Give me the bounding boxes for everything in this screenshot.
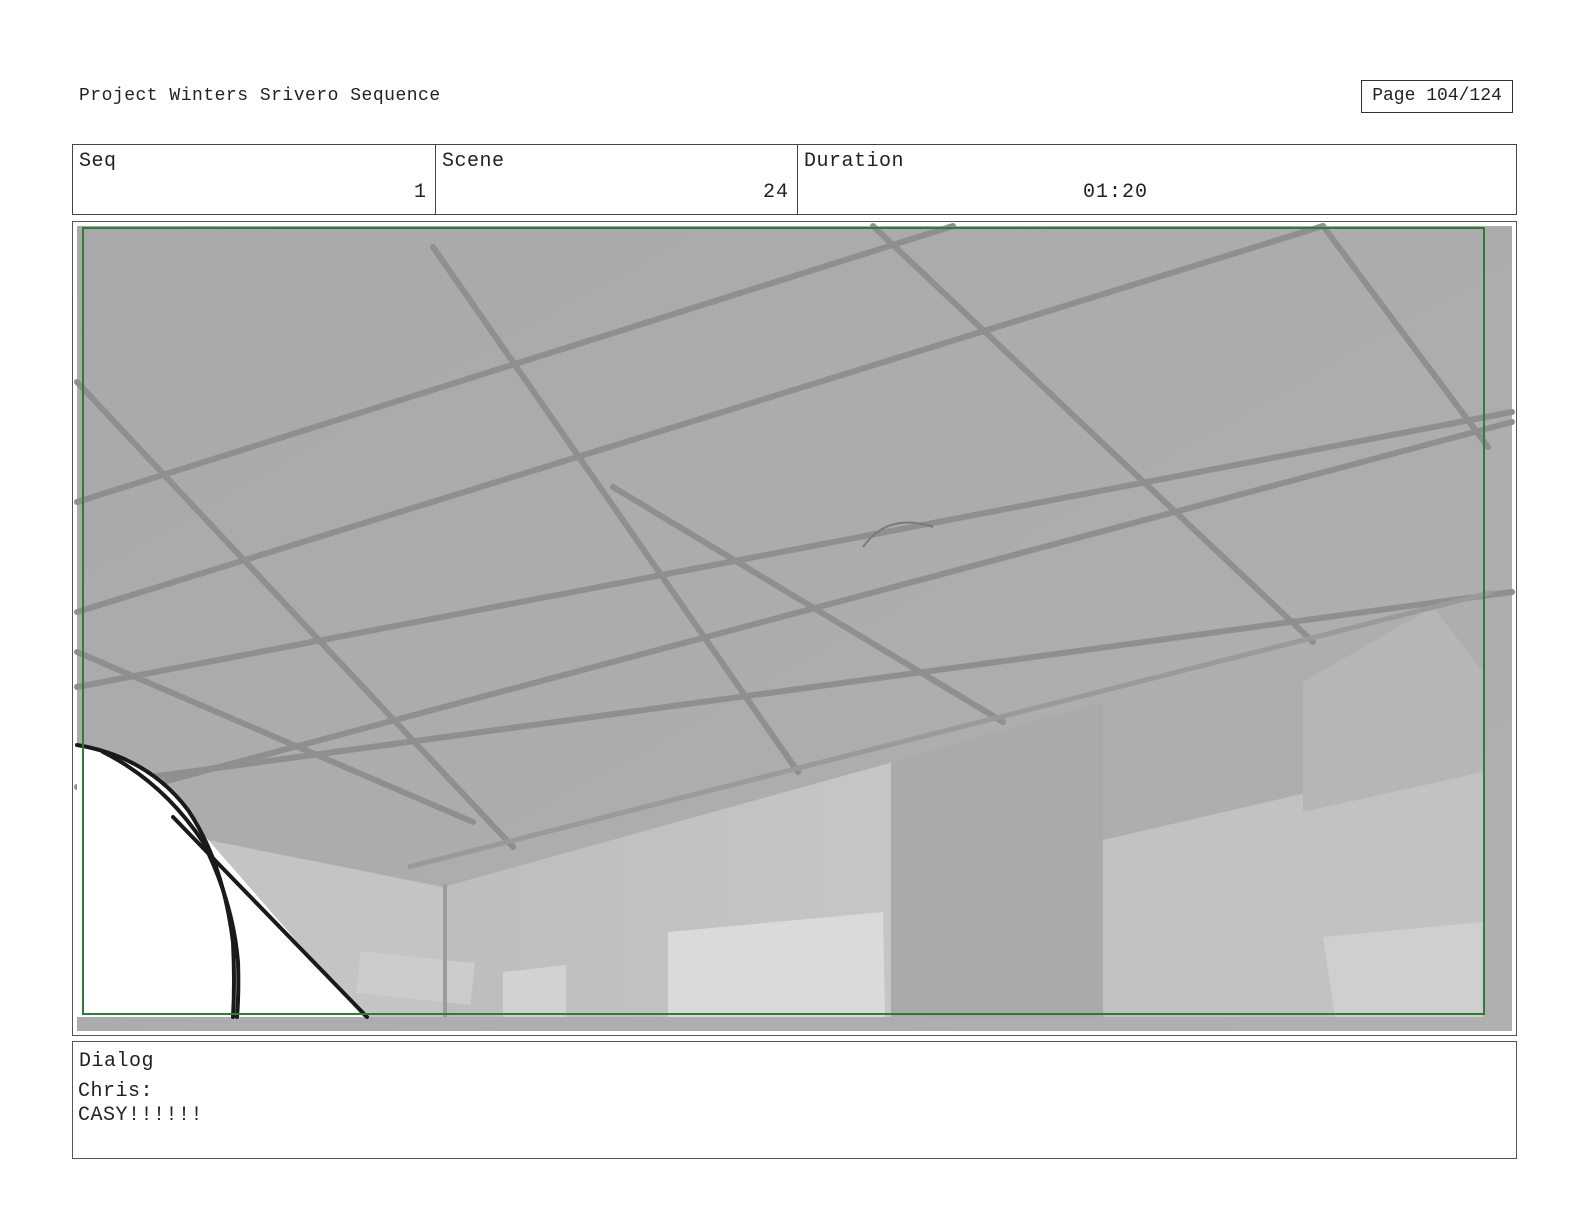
seq-value: 1 — [413, 181, 427, 204]
window-light-2 — [503, 965, 566, 1017]
duration-label: Duration — [804, 150, 905, 173]
dialog-text: CASY!!!!!! — [78, 1104, 204, 1127]
storyboard-drawing — [74, 223, 1515, 1031]
page-counter: Page 104/124 — [1361, 80, 1513, 113]
scene-label: Scene — [442, 150, 505, 173]
scene-value: 24 — [762, 181, 789, 204]
window-light-3 — [1323, 922, 1483, 1017]
scene-cell: Scene 24 — [435, 145, 797, 214]
storyboard-panel — [72, 221, 1517, 1036]
shot-info-row: Seq 1 Scene 24 Duration 01:20 — [72, 144, 1517, 215]
duration-cell: Duration 01:20 — [797, 145, 1516, 214]
dialog-label: Dialog — [79, 1050, 155, 1073]
dialog-box: Dialog Chris: CASY!!!!!! — [72, 1041, 1517, 1159]
seq-cell: Seq 1 — [73, 145, 435, 214]
project-title: Project Winters Srivero Sequence — [79, 86, 441, 106]
duration-value: 01:20 — [1083, 181, 1149, 204]
dialog-speaker: Chris: — [78, 1080, 154, 1103]
seq-label: Seq — [79, 150, 117, 173]
